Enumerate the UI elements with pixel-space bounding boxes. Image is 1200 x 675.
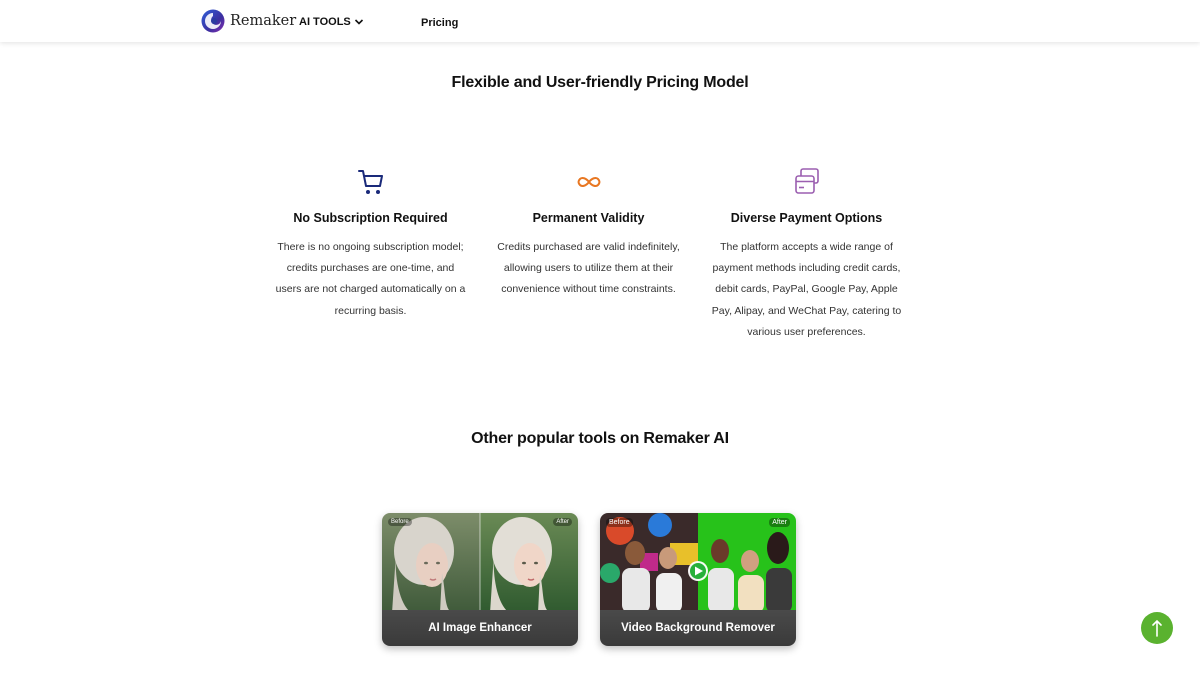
tool-card-ai-image-enhancer[interactable]: Before After AI Image Enhancer — [382, 513, 578, 646]
image-enhancer-preview-image — [382, 513, 578, 613]
infinity-icon — [577, 177, 600, 187]
top-navbar: Remaker AI TOOLS Pricing — [0, 0, 1200, 42]
nav-pricing-link[interactable]: Pricing — [421, 17, 458, 29]
tool-card-video-background-remover[interactable]: Before After Video Background Remover — [600, 513, 796, 646]
feature-title: No Subscription Required — [293, 211, 448, 225]
scroll-to-top-button[interactable] — [1141, 612, 1173, 644]
video-background-remover-preview-image — [600, 513, 796, 613]
feature-title: Diverse Payment Options — [730, 211, 883, 225]
feature-payment-options: Diverse Payment Options The platform acc… — [709, 166, 904, 343]
tools-section-title: Other popular tools on Remaker AI — [471, 430, 729, 447]
arrow-up-icon — [1152, 619, 1162, 637]
feature-permanent-validity: Permanent Validity Credits purchased are… — [491, 166, 686, 301]
remaker-logo-icon[interactable] — [201, 9, 225, 33]
tool-card-label: Video Background Remover — [600, 610, 796, 646]
pricing-section-title: Flexible and User-friendly Pricing Model — [451, 74, 749, 91]
tool-card-label: AI Image Enhancer — [382, 610, 578, 646]
feature-no-subscription: No Subscription Required There is no ong… — [273, 166, 468, 322]
after-badge: After — [553, 518, 572, 526]
feature-title: Permanent Validity — [532, 211, 645, 225]
feature-description: Credits purchased are valid indefinitely… — [497, 241, 680, 296]
feature-description: The platform accepts a wide range of pay… — [711, 241, 902, 338]
after-badge: After — [769, 518, 790, 527]
before-badge: Before — [606, 518, 633, 527]
chevron-down-icon — [354, 19, 363, 25]
brand-name[interactable]: Remaker — [230, 13, 296, 29]
feature-description: There is no ongoing subscription model; … — [275, 241, 466, 317]
cart-icon — [357, 170, 383, 194]
nav-ai-tools-label: AI TOOLS — [299, 16, 351, 28]
before-badge: Before — [388, 518, 412, 526]
payment-cards-icon — [794, 168, 819, 194]
nav-ai-tools-dropdown[interactable]: AI TOOLS — [299, 16, 364, 28]
